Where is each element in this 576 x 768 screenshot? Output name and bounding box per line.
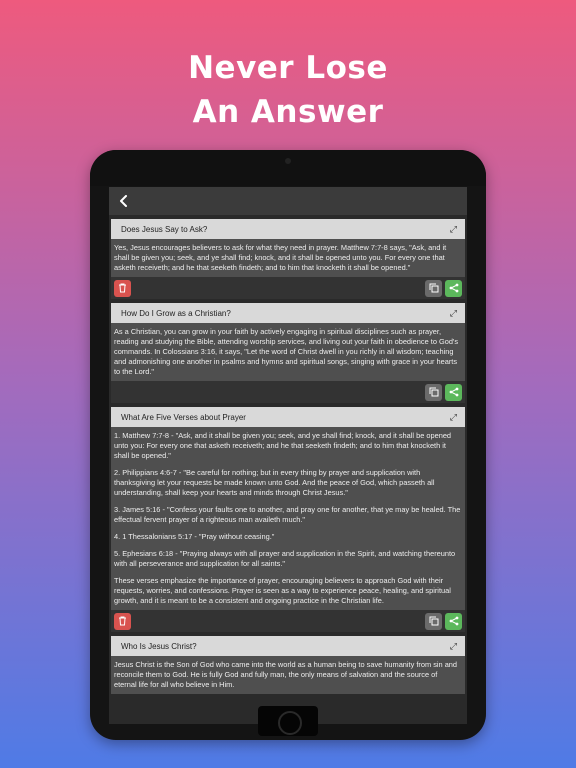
answer-card: Who Is Jesus Christ? ⤢ Jesus Christ is t… xyxy=(111,636,465,694)
card-title: How Do I Grow as a Christian? xyxy=(121,308,231,318)
share-button[interactable] xyxy=(445,279,462,297)
delete-button[interactable] xyxy=(114,612,131,630)
answer-card: How Do I Grow as a Christian? ⤢ As a Chr… xyxy=(111,303,465,403)
answer-paragraph: 5. Ephesians 6:18 - "Praying always with… xyxy=(114,549,456,568)
answer-card: What Are Five Verses about Prayer ⤢ 1. M… xyxy=(111,407,465,632)
answer-paragraph: These verses emphasize the importance of… xyxy=(114,576,451,605)
nav-bar xyxy=(109,187,467,215)
expand-arrows-icon[interactable]: ⤢ xyxy=(450,641,457,652)
camera-dot xyxy=(285,158,291,164)
answer-paragraph: Jesus Christ is the Son of God who came … xyxy=(114,660,458,689)
card-header: What Are Five Verses about Prayer ⤢ xyxy=(111,407,465,427)
card-title: What Are Five Verses about Prayer xyxy=(121,412,246,422)
share-icon xyxy=(449,616,458,626)
headline-line-2: An Answer xyxy=(192,94,384,130)
share-button[interactable] xyxy=(445,383,462,401)
expand-arrows-icon[interactable]: ⤢ xyxy=(450,308,457,319)
card-header: Does Jesus Say to Ask? ⤢ xyxy=(111,219,465,239)
card-answer: As a Christian, you can grow in your fai… xyxy=(111,323,465,381)
card-actions xyxy=(111,277,465,299)
expand-arrows-icon[interactable]: ⤢ xyxy=(450,224,457,235)
copy-icon xyxy=(429,387,438,397)
trash-icon xyxy=(119,283,126,293)
card-answer: 1. Matthew 7:7-8 - "Ask, and it shall be… xyxy=(111,427,465,610)
delete-button[interactable] xyxy=(114,279,131,297)
share-button[interactable] xyxy=(445,612,462,630)
copy-button[interactable] xyxy=(425,279,442,297)
card-actions xyxy=(111,381,465,403)
card-actions xyxy=(111,610,465,632)
copy-icon xyxy=(429,283,438,293)
share-icon xyxy=(449,387,458,397)
home-button[interactable] xyxy=(258,706,318,736)
share-icon xyxy=(449,283,458,293)
answer-paragraph: 4. 1 Thessalonians 5:17 - "Pray without … xyxy=(114,532,275,541)
card-title: Does Jesus Say to Ask? xyxy=(121,224,208,234)
trash-icon xyxy=(119,616,126,626)
chevron-left-icon xyxy=(120,195,127,207)
back-button[interactable] xyxy=(119,191,129,211)
card-header: Who Is Jesus Christ? ⤢ xyxy=(111,636,465,656)
headline: Never Lose An Answer xyxy=(0,46,576,134)
answer-paragraph: As a Christian, you can grow in your fai… xyxy=(114,327,459,376)
headline-line-1: Never Lose xyxy=(188,50,388,86)
card-answer: Jesus Christ is the Son of God who came … xyxy=(111,656,465,694)
answer-paragraph: 1. Matthew 7:7-8 - "Ask, and it shall be… xyxy=(114,431,452,460)
answer-paragraph: 2. Philippians 4:6-7 - "Be careful for n… xyxy=(114,468,435,497)
card-title: Who Is Jesus Christ? xyxy=(121,641,197,651)
tablet-frame: Does Jesus Say to Ask? ⤢ Yes, Jesus enco… xyxy=(90,150,486,740)
copy-button[interactable] xyxy=(425,383,442,401)
app-screen: Does Jesus Say to Ask? ⤢ Yes, Jesus enco… xyxy=(109,187,467,724)
expand-arrows-icon[interactable]: ⤢ xyxy=(450,412,457,423)
tablet-top-bezel xyxy=(90,150,486,186)
answer-paragraph: Yes, Jesus encourages believers to ask f… xyxy=(114,243,447,272)
answer-card: Does Jesus Say to Ask? ⤢ Yes, Jesus enco… xyxy=(111,219,465,299)
answer-list: Does Jesus Say to Ask? ⤢ Yes, Jesus enco… xyxy=(109,219,467,694)
answer-paragraph: 3. James 5:16 - "Confess your faults one… xyxy=(114,505,461,524)
card-answer: Yes, Jesus encourages believers to ask f… xyxy=(111,239,465,277)
card-header: How Do I Grow as a Christian? ⤢ xyxy=(111,303,465,323)
copy-icon xyxy=(429,616,438,626)
copy-button[interactable] xyxy=(425,612,442,630)
